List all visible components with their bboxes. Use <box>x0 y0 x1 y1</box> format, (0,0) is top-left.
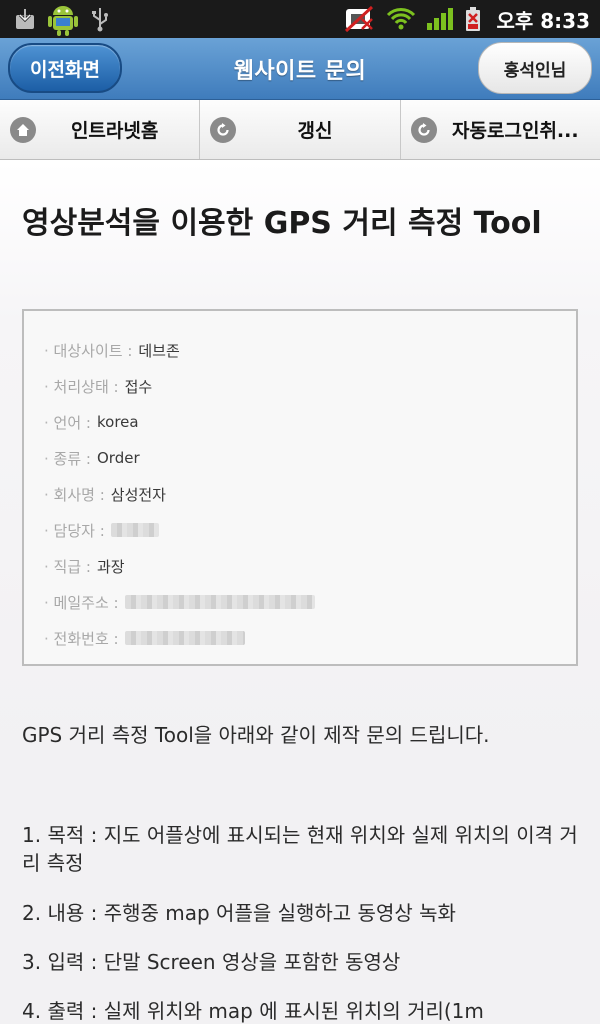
download-icon <box>14 7 36 31</box>
no-sim-icon <box>342 5 376 33</box>
info-row-email: 메일주소 : <box>44 584 576 620</box>
list-item: 4. 출력 : 실제 위치와 map 에 표시된 위치의 거리(1m <box>22 999 484 1023</box>
info-row-company: 회사명 : 삼성전자 <box>44 476 576 512</box>
refresh-icon <box>410 116 437 143</box>
info-value: 접수 <box>124 377 153 396</box>
info-label: 언어 : <box>44 412 91 433</box>
info-label: 처리상태 : <box>44 376 119 397</box>
clock: 오후 8:33 <box>496 8 590 33</box>
redacted-value <box>124 631 245 645</box>
info-label: 담당자 : <box>44 520 105 541</box>
home-icon <box>10 116 36 143</box>
info-label: 직급 : <box>44 556 91 577</box>
redacted-value <box>110 523 159 537</box>
list-item: 2. 내용 : 주행중 map 어플을 실행하고 동영상 녹화 <box>22 901 456 925</box>
usb-icon <box>90 6 110 32</box>
info-label: 대상사이트 : <box>44 340 133 361</box>
info-label: 종류 : <box>44 448 91 469</box>
title-bar: 이전화면 웹사이트 문의 홍석인님 <box>0 38 600 100</box>
info-row-phone: 전화번호 : <box>44 620 576 656</box>
signal-icon <box>426 7 454 31</box>
android-icon <box>46 1 80 37</box>
user-button[interactable]: 홍석인님 <box>478 42 592 94</box>
info-row-type: 종류 : Order <box>44 440 576 476</box>
nav-item-label: 자동로그인취... <box>452 120 579 142</box>
info-value: 데브존 <box>138 341 180 360</box>
back-button[interactable]: 이전화면 <box>8 43 122 93</box>
info-label: 회사명 : <box>44 484 105 505</box>
nav-item-auto-login-cancel[interactable]: 자동로그인취... <box>401 100 600 159</box>
info-label: 메일주소 : <box>44 592 119 613</box>
info-box: 대상사이트 : 데브존 처리상태 : 접수 언어 : korea 종류 : Or… <box>22 309 578 666</box>
nav-item-intranet-home[interactable]: 인트라넷홈 <box>0 100 201 159</box>
info-row-status: 처리상태 : 접수 <box>44 368 576 404</box>
info-value: 과장 <box>96 557 125 576</box>
status-bar: 오후 8:33 <box>0 0 600 38</box>
post-content: 영상분석을 이용한 GPS 거리 측정 Tool 대상사이트 : 데브존 처리상… <box>0 161 600 1024</box>
info-value: korea <box>96 413 139 431</box>
battery-icon <box>464 6 482 32</box>
nav-item-label: 갱신 <box>297 120 333 142</box>
list-item: 3. 입력 : 단말 Screen 영상을 포함한 동영상 <box>22 950 401 974</box>
info-value: 삼성전자 <box>110 485 166 504</box>
info-value: Order <box>96 449 140 467</box>
info-row-contact: 담당자 : <box>44 512 576 548</box>
nav-bar: 인트라넷홈 갱신 자동로그인취... <box>0 100 600 160</box>
intro-text: GPS 거리 측정 Tool을 아래와 같이 제작 문의 드립니다. <box>22 723 490 747</box>
refresh-icon <box>210 116 237 143</box>
redacted-value <box>124 595 315 609</box>
info-row-site: 대상사이트 : 데브존 <box>44 332 576 368</box>
info-label: 전화번호 : <box>44 628 119 649</box>
nav-item-label: 인트라넷홈 <box>70 120 159 142</box>
list-item: 1. 목적 : 지도 어플상에 표시되는 현재 위치와 실제 위치의 이격 거리… <box>22 823 578 875</box>
page-title: 웹사이트 문의 <box>233 58 367 84</box>
wifi-icon <box>386 7 416 31</box>
info-row-position: 직급 : 과장 <box>44 548 576 584</box>
info-row-language: 언어 : korea <box>44 404 576 440</box>
post-title: 영상분석을 이용한 GPS 거리 측정 Tool <box>22 206 542 241</box>
nav-item-refresh[interactable]: 갱신 <box>200 100 401 159</box>
